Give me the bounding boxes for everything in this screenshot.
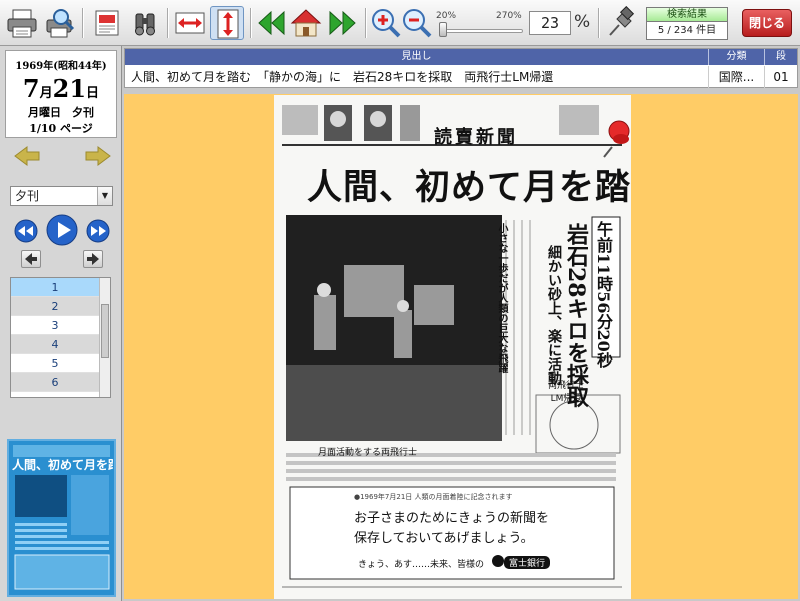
zoom-in-button[interactable] — [369, 6, 403, 40]
newspaper-photo-caption: 月面活動をする両飛行士 — [318, 448, 418, 458]
newspaper-subheadline-2: 細かい砂上、楽に活動 — [546, 245, 562, 385]
scrollbar-thumb[interactable] — [101, 304, 109, 358]
first-issue-icon — [258, 10, 285, 36]
page-list-scrollbar[interactable] — [99, 278, 110, 397]
page-list-item[interactable]: 1 — [11, 278, 99, 297]
page-list-item[interactable]: 3 — [11, 316, 99, 335]
zoom-min-label: 20% — [436, 11, 457, 21]
edition-select[interactable]: 夕刊 ▼ — [10, 186, 113, 206]
category-cell[interactable]: 国際... — [709, 66, 765, 88]
newspaper-time-banner: 午前11時56分20秒 — [594, 221, 613, 368]
zoom-out-button[interactable] — [400, 6, 434, 40]
newspaper-viewer[interactable]: 読賣新聞 人間、初めて月を踏む 岩石28キロを採取 細かい砂上、楽に活動 午前1… — [124, 94, 798, 599]
date-day-unit: 日 — [86, 86, 100, 101]
page-list-item[interactable]: 2 — [11, 297, 99, 316]
clip-button[interactable] — [90, 6, 124, 40]
print-preview-icon — [46, 9, 75, 38]
next-issue-button[interactable] — [325, 6, 359, 40]
headline-cell[interactable]: 人間、初めて月を踏む 「静かの海」に 岩石28キロを採取 両飛行士LM帰還 — [125, 66, 709, 88]
column-header-section[interactable]: 段 — [765, 49, 797, 65]
date-weekday-edition: 月曜日 夕刊 — [28, 106, 94, 119]
page-list-item[interactable]: 6 — [11, 373, 99, 392]
clip-icon — [95, 10, 119, 36]
print-preview-button[interactable] — [43, 6, 77, 40]
newspaper-ad-line-2: 保存しておいてあげましょう。 — [354, 531, 534, 546]
thumbnail-headline: 人間、初めて月を踏む — [12, 458, 113, 472]
zoom-max-label: 270% — [496, 11, 522, 21]
last-issue-icon — [329, 10, 356, 36]
zoom-unit-label: % — [574, 12, 591, 32]
newspaper-ad-line-3: きょう、あす……未来、皆様の — [358, 560, 485, 570]
newspaper-headline: 人間、初めて月を踏む — [307, 168, 631, 208]
binoculars-button[interactable] — [128, 6, 162, 40]
date-era: 1969年(昭和44年) — [15, 61, 107, 72]
newspaper-quote: 小さな一歩だが人類の巨大な飛躍 — [496, 223, 507, 373]
fit-width-button[interactable] — [173, 6, 207, 40]
next-page-button[interactable] — [83, 250, 103, 268]
date-month: 7 — [22, 74, 40, 103]
close-button[interactable]: 閉じる — [742, 9, 792, 37]
zoom-input[interactable]: 23 — [529, 11, 571, 35]
edition-select-value: 夕刊 — [15, 189, 40, 203]
newspaper-page[interactable]: 読賣新聞 人間、初めて月を踏む 岩石28キロを採取 細かい砂上、楽に活動 午前1… — [274, 95, 631, 599]
zoom-in-icon — [372, 9, 401, 38]
binoculars-icon — [135, 13, 155, 36]
date-page-info: 1/10 ページ — [29, 122, 93, 135]
headline-table: 見出し 分類 段 人間、初めて月を踏む 「静かの海」に 岩石28キロを採取 両飛… — [124, 48, 798, 88]
date-month-unit: 月 — [39, 86, 53, 101]
date-day: 21 — [52, 74, 87, 103]
column-header-headline[interactable]: 見出し — [125, 49, 709, 65]
newspaper-masthead: 読賣新聞 — [434, 127, 518, 148]
page-thumbnail[interactable]: 人間、初めて月を踏む — [7, 439, 116, 597]
next-day-arrow-icon[interactable] — [85, 146, 111, 166]
home-icon — [290, 9, 322, 37]
previous-issue-button[interactable] — [255, 6, 289, 40]
rewind-icon[interactable] — [14, 219, 38, 243]
fit-width-icon — [175, 12, 205, 34]
print-icon — [7, 9, 37, 38]
zoom-out-icon — [403, 9, 432, 38]
print-button[interactable] — [5, 6, 39, 40]
newspaper-bank-logo: 富士銀行 — [504, 556, 551, 569]
newspaper-ad-note: ●1969年7月21日 人類の月面着陸に記念されます — [354, 493, 513, 501]
newspaper-ad-line-1: お子さまのためにきょうの新聞を — [354, 511, 550, 526]
pushpin-icon — [609, 6, 635, 36]
issue-date-box: 1969年(昭和44年) 7月21日 月曜日 夕刊 1/10 ページ — [5, 50, 117, 138]
search-result-title: 検索結果 — [647, 8, 727, 22]
page-list-item[interactable]: 4 — [11, 335, 99, 354]
search-result-box: 検索結果 5 / 234 件目 — [646, 7, 728, 40]
search-result-count: 5 / 234 件目 — [657, 25, 717, 36]
newspaper-pilots-note: 両飛行士 LM帰還 — [547, 381, 584, 404]
column-header-category[interactable]: 分類 — [709, 49, 765, 65]
toolbar: 20% 270% 23 % 検索結果 5 / 234 件目 閉じる — [0, 0, 800, 46]
home-button[interactable] — [289, 6, 323, 40]
previous-page-button[interactable] — [21, 250, 41, 268]
page-list: 1 2 3 4 5 6 7 — [10, 277, 111, 398]
section-cell[interactable]: 01 — [765, 66, 797, 88]
zoom-slider-thumb[interactable] — [438, 22, 447, 37]
chevron-down-icon[interactable]: ▼ — [97, 187, 112, 205]
arrow-left-icon — [25, 253, 37, 265]
page-list-item[interactable]: 5 — [11, 354, 99, 373]
previous-day-arrow-icon[interactable] — [14, 146, 40, 166]
fit-height-button[interactable] — [210, 6, 244, 40]
date-month-day: 7月21日 — [6, 74, 116, 103]
fast-forward-icon[interactable] — [86, 219, 110, 243]
arrow-right-icon — [87, 253, 99, 265]
sidebar: 1969年(昭和44年) 7月21日 月曜日 夕刊 1/10 ページ 夕刊 ▼ … — [0, 46, 122, 601]
page-list-item[interactable]: 7 — [11, 392, 99, 397]
play-icon[interactable] — [46, 214, 78, 246]
zoom-slider[interactable] — [441, 29, 523, 33]
fit-height-icon — [217, 9, 239, 39]
bookmark-button[interactable] — [604, 6, 638, 40]
